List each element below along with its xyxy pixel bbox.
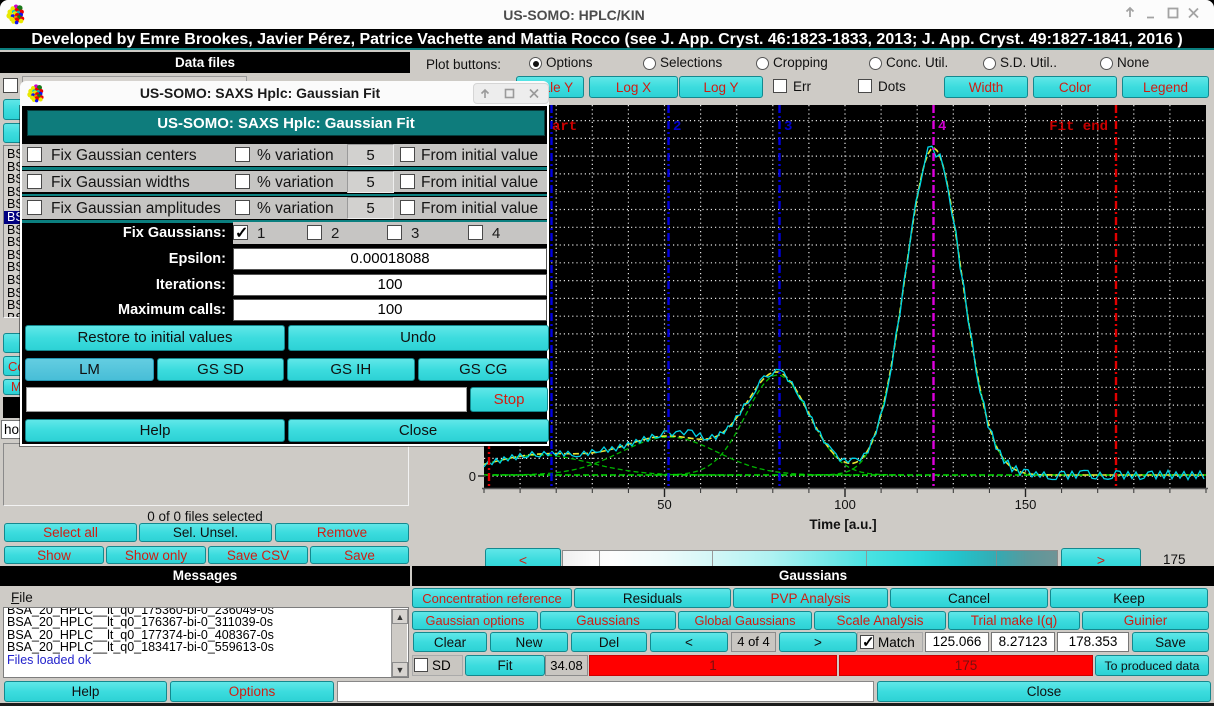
svg-text:Fit end: Fit end xyxy=(1049,119,1108,135)
svg-text:50: 50 xyxy=(657,497,671,512)
svg-text:3: 3 xyxy=(784,119,792,135)
svg-text:150: 150 xyxy=(1015,497,1037,512)
svg-text:0: 0 xyxy=(469,469,476,484)
svg-text:100: 100 xyxy=(834,497,856,512)
svg-text:2: 2 xyxy=(673,119,681,135)
svg-text:art: art xyxy=(552,119,577,135)
svg-text:4: 4 xyxy=(938,119,946,135)
svg-text:Time [a.u.]: Time [a.u.] xyxy=(809,517,876,532)
